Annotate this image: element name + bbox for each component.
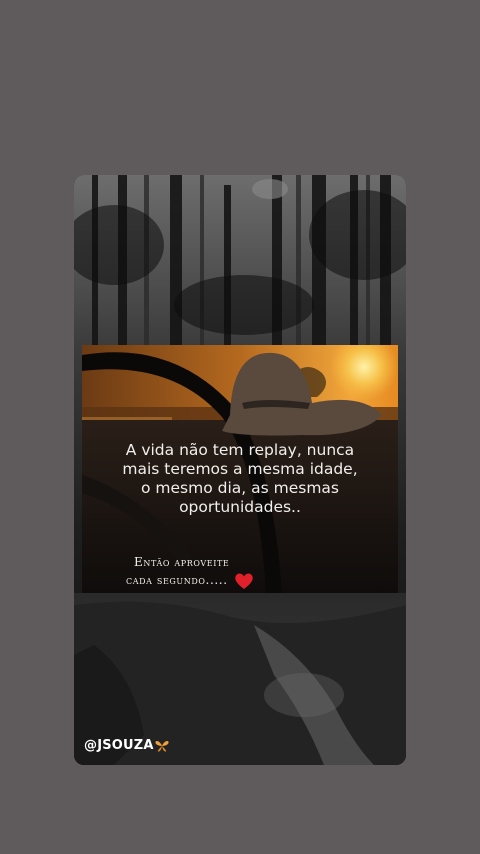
caption-line-1: Então aproveite [134,555,230,569]
butterfly-icon [155,740,169,752]
username-tag[interactable]: @JSOUZA [84,738,169,753]
quote-text: A vida não tem replay, nunca mais teremo… [94,441,386,517]
username-text[interactable]: @JSOUZA [84,738,154,753]
sunset-photo-panel: A vida não tem replay, nunca mais teremo… [82,345,398,593]
caption-text: Então aproveite cada segundo..... [126,553,326,590]
quote-line: mais teremos a mesma idade, [122,460,358,478]
quote-line: A vida não tem replay, nunca [125,441,355,459]
quote-line: oportunidades.. [179,498,301,516]
quote-line: o mesmo dia, as mesmas [140,479,339,497]
caption-line-2: cada segundo..... [126,573,228,587]
heart-icon [235,573,253,589]
story-card[interactable]: A vida não tem replay, nunca mais teremo… [74,175,406,765]
